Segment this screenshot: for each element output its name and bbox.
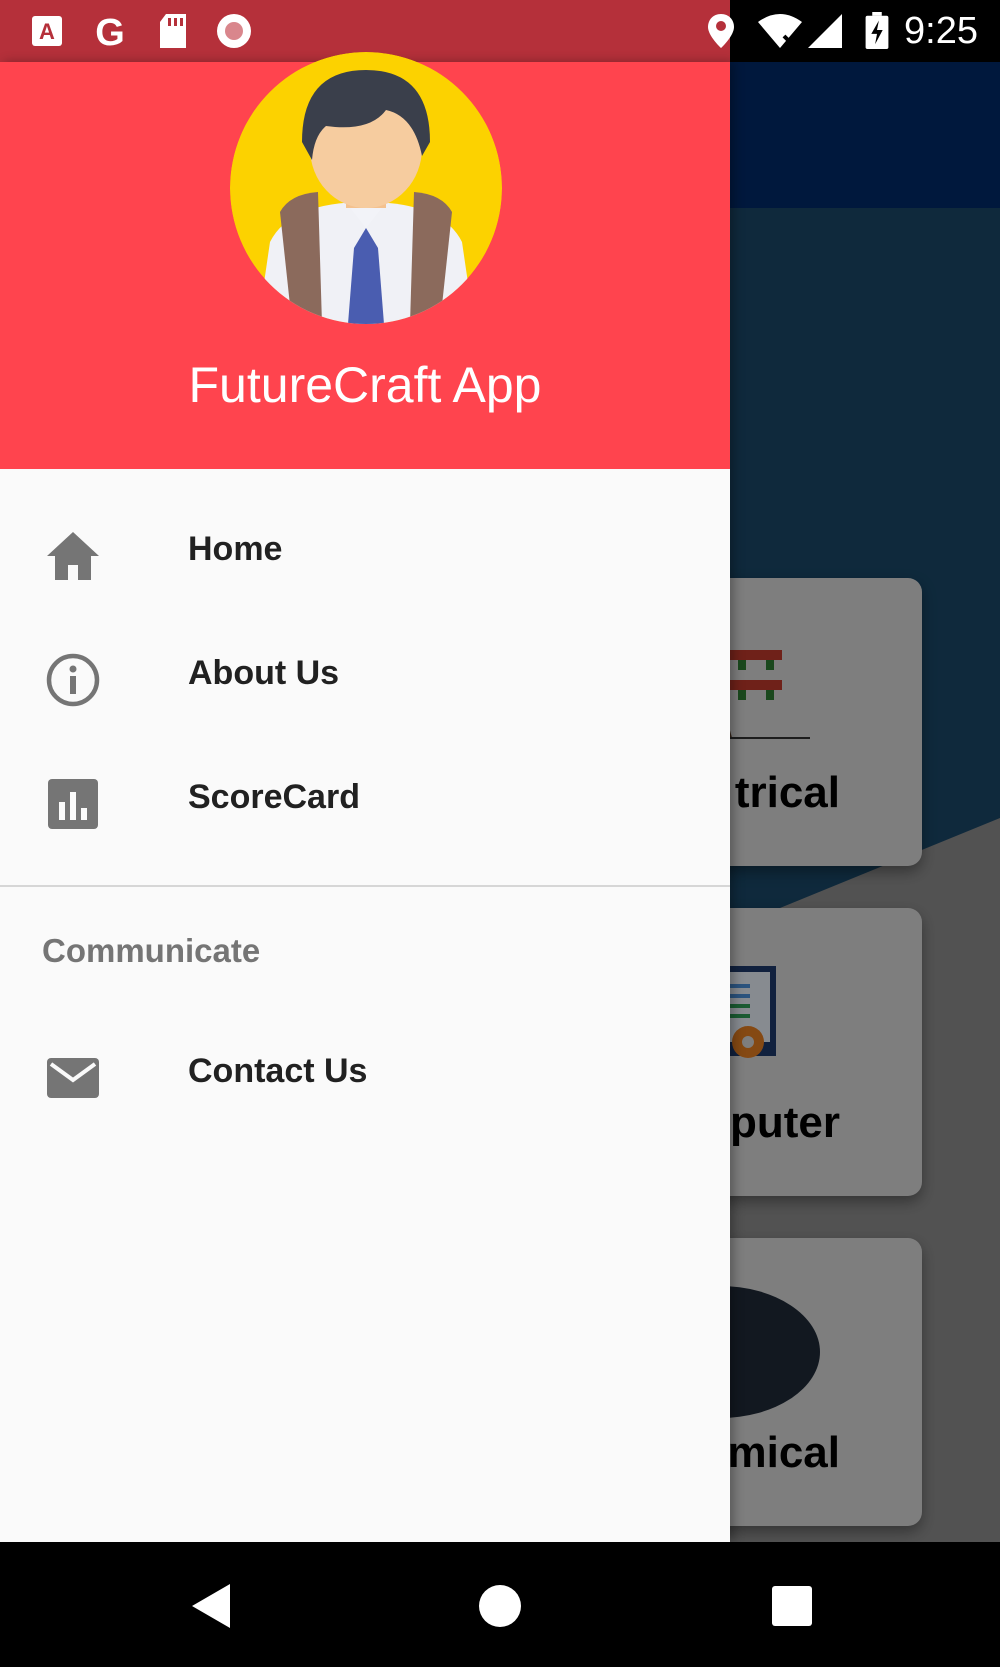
- location-icon: [708, 14, 734, 48]
- bar-chart-icon: [48, 779, 98, 829]
- svg-text:G: G: [95, 12, 125, 50]
- navigation-drawer: FutureCraft App Home About Us ScoreCard …: [0, 52, 730, 1542]
- cell-signal-icon: [808, 14, 842, 48]
- app-name: FutureCraft App: [188, 357, 542, 413]
- back-button[interactable]: [186, 1580, 238, 1632]
- mail-icon: [47, 1058, 99, 1098]
- record-icon: [217, 14, 251, 48]
- google-icon: G: [95, 12, 125, 50]
- a-notification-icon: A: [32, 16, 62, 46]
- home-button[interactable]: [474, 1580, 526, 1632]
- sd-card-icon: [160, 14, 186, 48]
- drawer-item-label: ScoreCard: [188, 778, 360, 816]
- drawer-item-scorecard[interactable]: ScoreCard: [0, 740, 730, 864]
- drawer-divider: [0, 885, 730, 887]
- drawer-item-label: Contact Us: [188, 1052, 368, 1090]
- recents-button[interactable]: [766, 1580, 818, 1632]
- drawer-item-contact-us[interactable]: Contact Us: [0, 1014, 730, 1138]
- drawer-item-label: About Us: [188, 654, 340, 692]
- drawer-item-home[interactable]: Home: [0, 492, 730, 616]
- drawer-item-about-us[interactable]: About Us: [0, 616, 730, 740]
- drawer-header: FutureCraft App: [0, 52, 730, 469]
- wifi-icon: [758, 14, 802, 50]
- drawer-item-label: Home: [188, 530, 283, 568]
- status-time: 9:25: [904, 10, 978, 52]
- student-avatar: [230, 52, 502, 324]
- section-title: Communicate: [42, 932, 261, 969]
- system-nav-bar: [0, 1542, 1000, 1667]
- home-icon: [47, 532, 99, 580]
- info-icon: [46, 653, 100, 707]
- svg-text:A: A: [39, 19, 55, 44]
- battery-charging-icon: [865, 12, 889, 50]
- status-bar: A G 9:25: [0, 0, 1000, 62]
